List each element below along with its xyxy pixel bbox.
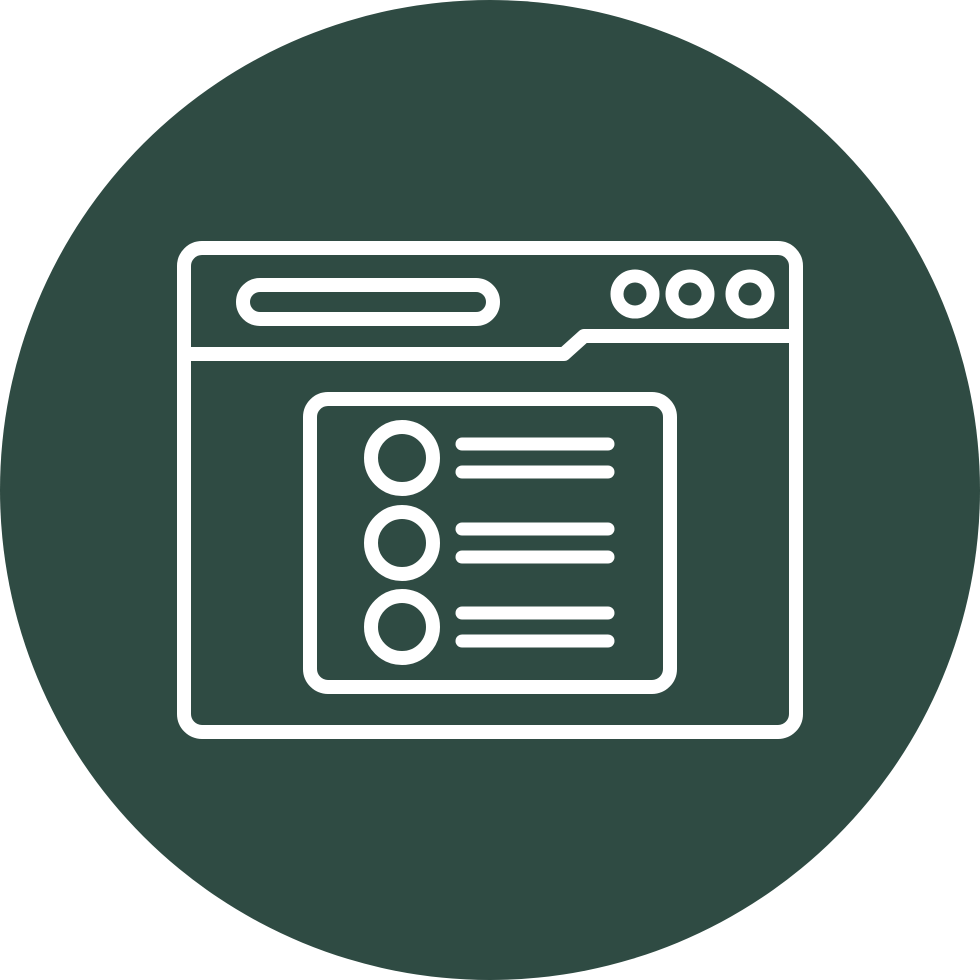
icon-canvas <box>0 0 980 980</box>
browser-window-list-icon <box>0 0 980 980</box>
background-circle <box>0 0 980 980</box>
